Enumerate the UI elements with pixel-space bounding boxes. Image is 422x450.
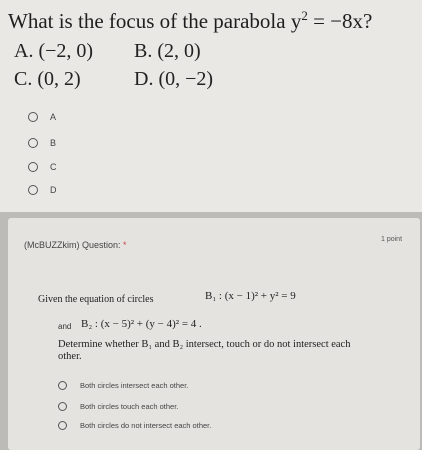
question-1-text: What is the focus of the parabola y2 = −… (8, 8, 372, 34)
choice-a-text: A. (−2, 0) (14, 40, 94, 62)
question-2-label: (McBUZZkim) Question: (24, 240, 121, 250)
radio-circle-icon[interactable] (58, 402, 67, 411)
radio-circle-icon[interactable] (58, 381, 67, 390)
and-label: and (58, 322, 72, 331)
radio-circle-icon[interactable] (28, 162, 38, 172)
choice-c-text: C. (0, 2) (14, 68, 81, 90)
q2-option-touch[interactable]: Both circles touch each other. (58, 402, 178, 411)
question-2-body: Determine whether B₁ and B₂ intersect, t… (58, 339, 351, 362)
radio-option-a[interactable]: A (28, 112, 56, 122)
radio-circle-icon[interactable] (28, 138, 38, 148)
q2-option-intersect[interactable]: Both circles intersect each other. (58, 381, 188, 390)
radio-option-b[interactable]: B (28, 138, 56, 148)
q2-option-no-intersect[interactable]: Both circles do not intersect each other… (58, 421, 211, 430)
q2-option-label: Both circles do not intersect each other… (80, 421, 212, 430)
q2-option-label: Both circles intersect each other. (80, 381, 189, 390)
radio-circle-icon[interactable] (28, 112, 38, 122)
question-1-title: What is the focus of the parabola y (8, 9, 302, 33)
radio-option-c[interactable]: C (28, 162, 57, 172)
radio-circle-icon[interactable] (28, 185, 38, 195)
question-1-title-tail: = −8x? (307, 9, 373, 33)
choice-b-text: B. (2, 0) (134, 40, 201, 62)
equation-b2: B₂ : (x − 5)² + (y − 4)² = 4 . (81, 318, 202, 330)
radio-label-d: D (50, 185, 57, 195)
radio-circle-icon[interactable] (58, 421, 67, 430)
points-label: 1 point (381, 236, 403, 243)
choice-d-text: D. (0, −2) (134, 68, 214, 90)
required-marker: * (123, 240, 127, 250)
question-card-2 (8, 218, 420, 450)
question-2-header: (McBUZZkim) Question: * (24, 240, 127, 250)
radio-label-a: A (50, 112, 57, 122)
question-2-intro: Given the equation of circles (38, 294, 154, 305)
radio-label-c: C (50, 162, 57, 172)
question-card-1: What is the focus of the parabola y2 = −… (0, 0, 422, 212)
radio-label-b: B (50, 138, 57, 148)
equation-b1: B₁ : (x − 1)² + y² = 9 (205, 290, 296, 302)
radio-option-d[interactable]: D (28, 185, 57, 195)
q2-option-label: Both circles touch each other. (80, 402, 179, 411)
